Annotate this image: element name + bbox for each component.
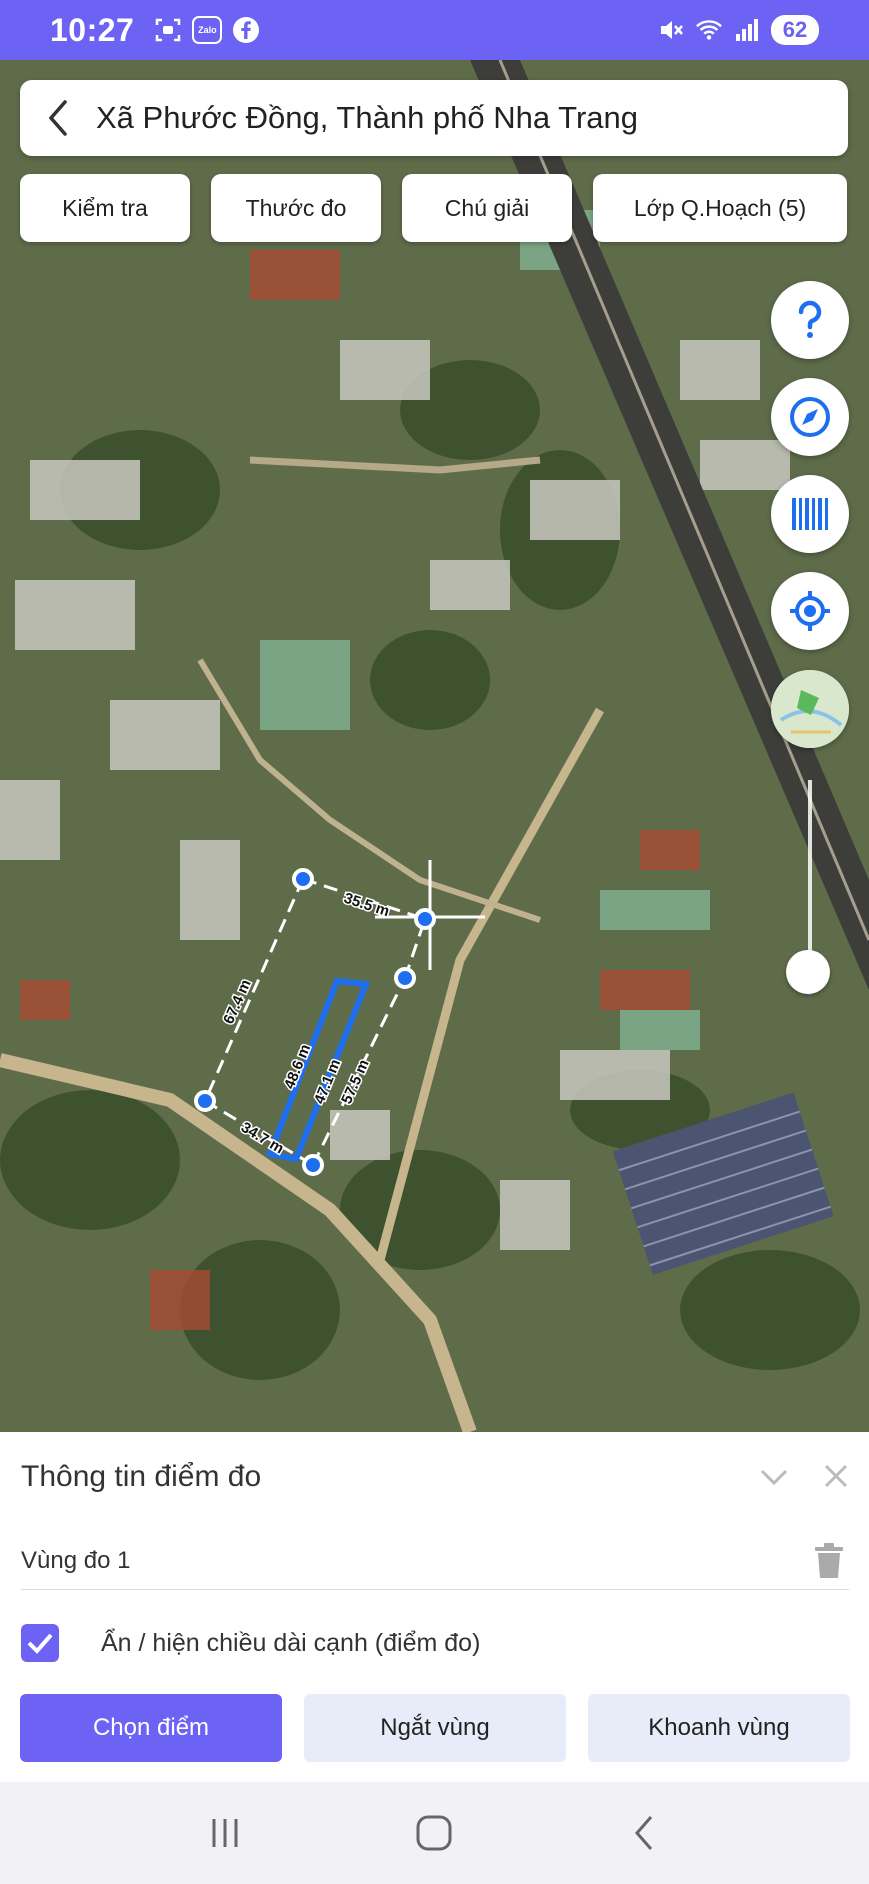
edge-length-toggle-label: Ẩn / hiện chiều dài cạnh (điểm đo) [101, 1628, 481, 1657]
trash-icon [815, 1542, 843, 1578]
barcode-button[interactable] [771, 475, 849, 553]
close-button[interactable] [818, 1458, 854, 1494]
planning-layers-chip[interactable]: Lớp Q.Hoạch (5) [593, 174, 847, 242]
chevron-left-icon [48, 100, 67, 136]
ruler-chip[interactable]: Thước đo [211, 174, 381, 242]
edge-label: 48.6 m [281, 1042, 314, 1092]
help-icon [798, 300, 822, 338]
compass-icon [790, 397, 830, 437]
zoom-slider-handle[interactable] [786, 950, 830, 994]
back-nav-button[interactable] [614, 1803, 674, 1863]
battery-icon: 62 [771, 15, 819, 45]
recent-apps-icon [212, 1819, 238, 1847]
edge-label: 35.5 m [342, 890, 392, 921]
location-header[interactable]: Xã Phước Đồng, Thành phố Nha Trang [20, 80, 848, 156]
select-point-button[interactable]: Chọn điểm [20, 1694, 282, 1762]
collapse-button[interactable] [757, 1460, 791, 1494]
location-title: Xã Phước Đồng, Thành phố Nha Trang [96, 100, 639, 135]
home-icon [416, 1815, 452, 1851]
legend-chip[interactable]: Chú giải [402, 174, 572, 242]
region-row[interactable]: Vùng đo 1 [21, 1532, 849, 1590]
vertex-point [414, 908, 436, 930]
back-nav-icon [635, 1816, 653, 1850]
chevron-down-icon [760, 1469, 788, 1486]
action-buttons: Chọn điểm Ngắt vùng Khoanh vùng [20, 1694, 850, 1762]
status-bar: 10:27 Zalo 62 [0, 0, 869, 60]
enclose-region-button[interactable]: Khoanh vùng [588, 1694, 850, 1762]
locate-icon [790, 591, 830, 631]
screenshot-icon [154, 16, 182, 44]
checkmark-icon [27, 1633, 53, 1654]
back-button[interactable] [20, 80, 96, 156]
vertex-point [194, 1090, 216, 1112]
mute-icon [657, 16, 685, 44]
toolbar-chips: Kiểm tra Thước đo Chú giải Lớp Q.Hoạch (… [20, 174, 847, 242]
vertex-point [302, 1154, 324, 1176]
status-time: 10:27 [50, 11, 135, 48]
delete-region-button[interactable] [809, 1539, 849, 1583]
basemap-thumbnail [771, 670, 849, 748]
wifi-icon [695, 16, 723, 44]
vertex-point [394, 967, 416, 989]
recent-apps-button[interactable] [195, 1803, 255, 1863]
basemap-button[interactable] [771, 670, 849, 748]
region-name: Vùng đo 1 [21, 1546, 131, 1574]
help-button[interactable] [771, 281, 849, 359]
measurement-overlay: 35.5 m 67.4 m 34.7 m 57.5 m 48.6 m 47.1 … [194, 860, 485, 1176]
satellite-map[interactable]: 35.5 m 67.4 m 34.7 m 57.5 m 48.6 m 47.1 … [0, 60, 869, 1432]
home-button[interactable] [404, 1803, 464, 1863]
barcode-icon [792, 498, 828, 530]
facebook-icon [232, 16, 260, 44]
sheet-title: Thông tin điểm đo [21, 1460, 262, 1493]
locate-button[interactable] [771, 572, 849, 650]
check-chip[interactable]: Kiểm tra [20, 174, 190, 242]
signal-icon [733, 16, 761, 44]
zalo-icon: Zalo [192, 16, 223, 44]
system-nav-bar [0, 1782, 869, 1884]
edge-length-toggle-row[interactable]: Ẩn / hiện chiều dài cạnh (điểm đo) [21, 1624, 480, 1662]
close-icon [824, 1464, 848, 1488]
edge-length-checkbox[interactable] [21, 1624, 59, 1662]
measurement-info-sheet: Thông tin điểm đo Vùng đo 1 Ẩn / hiện ch… [0, 1432, 869, 1782]
break-region-button[interactable]: Ngắt vùng [304, 1694, 566, 1762]
vertex-point [292, 868, 314, 890]
compass-button[interactable] [771, 378, 849, 456]
